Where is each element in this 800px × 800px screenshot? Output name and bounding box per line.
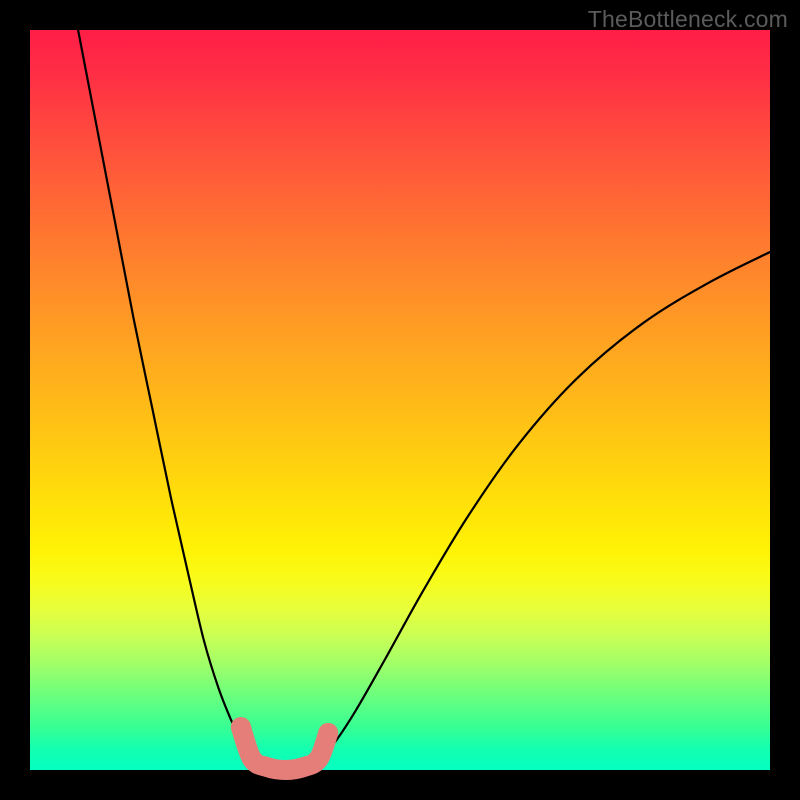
outer-frame: TheBottleneck.com bbox=[0, 0, 800, 800]
valley-highlight-bead-left-upper bbox=[231, 717, 251, 737]
plot-area bbox=[30, 30, 770, 770]
curve-right-branch bbox=[319, 252, 770, 759]
valley-highlight-bead-right-lower bbox=[309, 749, 329, 769]
valley-highlight-bead-left-lower bbox=[242, 749, 262, 769]
curve-layer bbox=[30, 30, 770, 770]
valley-highlight-bead-right-upper bbox=[318, 723, 338, 743]
curve-left-branch bbox=[78, 30, 252, 759]
watermark-text: TheBottleneck.com bbox=[588, 6, 788, 33]
